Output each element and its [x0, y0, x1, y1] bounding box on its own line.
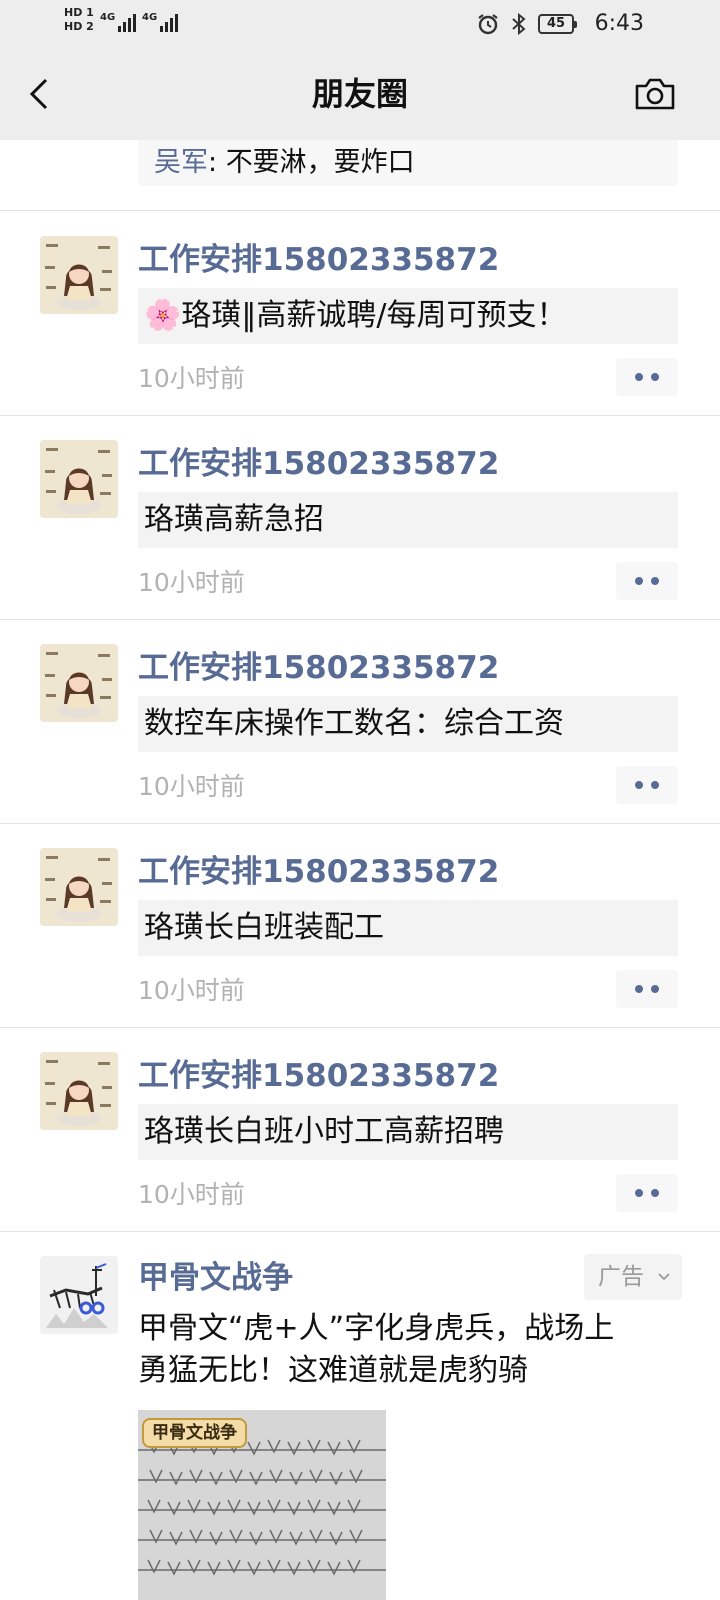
- comment-item[interactable]: 吴军: 不要淋，要炸口: [138, 140, 678, 186]
- post-item: 工作安排15802335872 数控车床操作工数名：综合工资 10小时前: [0, 620, 720, 824]
- post-author[interactable]: 工作安排15802335872: [138, 648, 499, 688]
- avatar[interactable]: [40, 848, 118, 926]
- comment-text: 不要淋，要炸口: [225, 147, 415, 178]
- avatar[interactable]: [40, 440, 118, 518]
- post-time: 10小时前: [138, 364, 245, 393]
- avatar[interactable]: [40, 1052, 118, 1130]
- sim-indicator: HD 1 HD 2: [64, 6, 94, 34]
- post-time: 10小时前: [138, 568, 245, 597]
- ad-text[interactable]: 甲骨文“虎+人”字化身虎兵，战场上 勇猛无比！这难道就是虎豹骑: [138, 1308, 678, 1392]
- post-text[interactable]: 珞璜长白班小时工高薪招聘: [138, 1104, 678, 1160]
- more-actions-button[interactable]: [616, 1174, 678, 1212]
- ad-badge[interactable]: 广告: [584, 1254, 682, 1300]
- girl-avatar-icon: [40, 1052, 118, 1130]
- chevron-down-icon: [658, 1273, 670, 1281]
- alarm-icon: [478, 14, 498, 35]
- post-item: 工作安排15802335872 珞璜长白班装配工 10小时前: [0, 824, 720, 1028]
- more-actions-button[interactable]: [616, 970, 678, 1008]
- comment-separator: :: [208, 147, 226, 178]
- signal-icon-2: 4G: [142, 12, 179, 32]
- ad-text-line-1: 甲骨文“虎+人”字化身虎兵，战场上: [138, 1311, 615, 1346]
- nav-bar: 朋友圈: [0, 48, 720, 140]
- ad-post-item: 甲骨文战争 广告 甲骨文“虎+人”字化身虎兵，战场上 勇猛无比！这难道就是虎豹骑: [0, 1232, 720, 1600]
- post-author[interactable]: 工作安排15802335872: [138, 240, 499, 280]
- post-text[interactable]: 🌸珞璜‖高薪诚聘/每周可预支！: [138, 288, 678, 344]
- ad-image-logo: 甲骨文战争: [142, 1418, 247, 1448]
- ad-text-line-2: 勇猛无比！这难道就是虎豹骑: [138, 1353, 528, 1388]
- ad-avatar[interactable]: [40, 1256, 118, 1334]
- post-text[interactable]: 数控车床操作工数名：综合工资: [138, 696, 678, 752]
- ad-author[interactable]: 甲骨文战争: [138, 1258, 293, 1298]
- post-author[interactable]: 工作安排15802335872: [138, 852, 499, 892]
- more-actions-button[interactable]: [616, 562, 678, 600]
- post-item: 工作安排15802335872 珞璜长白班小时工高薪招聘 10小时前: [0, 1028, 720, 1232]
- sim2-label: HD 2: [64, 20, 94, 33]
- clock: 6:43: [594, 11, 644, 36]
- post-text[interactable]: 珞璜高薪急招: [138, 492, 678, 548]
- battery-icon: 45: [538, 14, 577, 34]
- ad-image[interactable]: 甲骨文战争: [138, 1410, 386, 1600]
- girl-avatar-icon: [40, 644, 118, 722]
- signal-icon: 4G: [100, 12, 137, 32]
- more-actions-button[interactable]: [616, 358, 678, 396]
- camera-icon[interactable]: [634, 76, 676, 112]
- girl-avatar-icon: [40, 236, 118, 314]
- moments-feed[interactable]: 吴军: 不要淋，要炸口 工作安排15802335872 🌸珞璜‖高薪诚聘/每周可…: [0, 140, 720, 1600]
- tiger-soldier-avatar-icon: [40, 1256, 118, 1334]
- divider: [0, 210, 720, 211]
- post-time: 10小时前: [138, 976, 245, 1005]
- girl-avatar-icon: [40, 440, 118, 518]
- post-item: 工作安排15802335872 🌸珞璜‖高薪诚聘/每周可预支！ 10小时前: [0, 212, 720, 416]
- comment-author[interactable]: 吴军: [154, 147, 208, 178]
- sim1-label: HD 1: [64, 6, 94, 19]
- post-author[interactable]: 工作安排15802335872: [138, 444, 499, 484]
- post-item: 工作安排15802335872 珞璜高薪急招 10小时前: [0, 416, 720, 620]
- page-title: 朋友圈: [311, 75, 408, 113]
- ad-badge-label: 广告: [598, 1264, 644, 1290]
- avatar[interactable]: [40, 644, 118, 722]
- more-actions-button[interactable]: [616, 766, 678, 804]
- status-bar: HD 1 HD 2 4G 4G 45 6:43: [0, 0, 720, 48]
- avatar[interactable]: [40, 236, 118, 314]
- post-author[interactable]: 工作安排15802335872: [138, 1056, 499, 1096]
- bluetooth-icon: [512, 12, 526, 36]
- post-time: 10小时前: [138, 1180, 245, 1209]
- post-time: 10小时前: [138, 772, 245, 801]
- post-text[interactable]: 珞璜长白班装配工: [138, 900, 678, 956]
- girl-avatar-icon: [40, 848, 118, 926]
